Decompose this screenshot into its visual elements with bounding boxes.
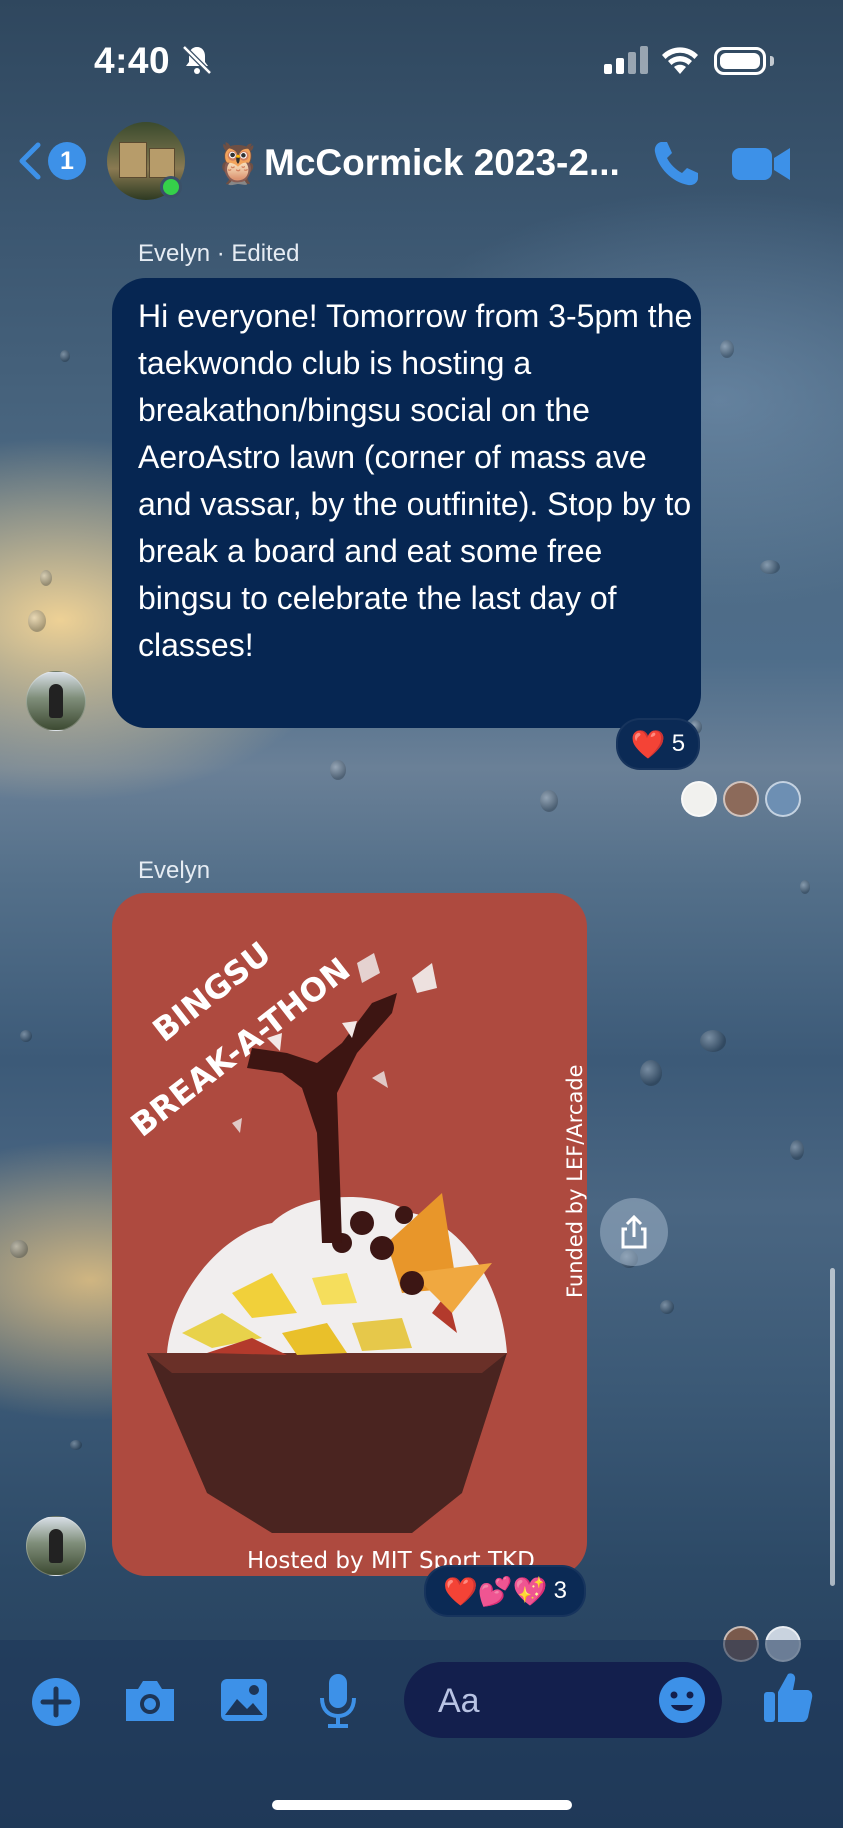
event-poster-image[interactable]: BINGSU BREAK-A-THON Funded by LEF/Arcade…: [112, 893, 587, 1576]
message-text: Hi everyone! Tomorrow from 3-5pm the tae…: [138, 298, 693, 663]
message-input[interactable]: [436, 1662, 650, 1740]
emoji-picker-icon[interactable]: [658, 1676, 706, 1724]
battery-cap: [770, 56, 774, 66]
like-thumbs-up-icon[interactable]: [762, 1670, 814, 1724]
message-composer[interactable]: [404, 1662, 722, 1740]
camera-icon[interactable]: [122, 1677, 178, 1725]
chat-title[interactable]: McCormick 2023-2...: [264, 142, 620, 184]
microphone-icon[interactable]: [318, 1672, 358, 1730]
back-button[interactable]: 1: [16, 138, 86, 184]
poster-side-text: Funded by LEF/Arcade: [563, 1064, 587, 1298]
status-bar: 4:40: [0, 0, 843, 120]
reaction-count: 3: [553, 1577, 567, 1604]
reaction-emojis: ❤️💕💖: [443, 1575, 548, 1607]
sender-avatar[interactable]: [26, 671, 86, 731]
scrollbar[interactable]: [830, 1268, 835, 1586]
chat-header: 1 🦉 McCormick 2023-2...: [0, 118, 843, 208]
owl-emoji: 🦉: [213, 142, 263, 186]
read-receipt-avatar: [681, 781, 717, 817]
share-button[interactable]: [600, 1198, 668, 1266]
read-receipt-avatar: [723, 781, 759, 817]
online-status-dot: [160, 176, 182, 198]
gallery-icon[interactable]: [219, 1677, 269, 1723]
share-icon: [621, 1215, 647, 1249]
cellular-signal-icon: [604, 46, 648, 74]
sender-name: Evelyn · Edited: [138, 240, 300, 267]
status-time: 4:40: [94, 40, 171, 81]
home-indicator: [272, 1800, 572, 1810]
poster-artwork: BINGSU BREAK-A-THON Funded by LEF/Arcade…: [124, 934, 587, 1574]
heart-emoji: ❤️: [630, 728, 666, 760]
message-reaction[interactable]: ❤️ 5: [616, 718, 700, 770]
phone-call-icon[interactable]: [650, 138, 702, 190]
read-receipt-avatar: [765, 781, 801, 817]
wifi-icon: [662, 47, 698, 74]
plus-icon[interactable]: [31, 1677, 81, 1727]
sender-name: Evelyn: [138, 857, 211, 884]
unread-count-badge: 1: [48, 142, 86, 180]
message-reaction[interactable]: ❤️💕💖 3: [424, 1565, 586, 1617]
reaction-count: 5: [671, 730, 686, 757]
silent-mode-icon: [182, 45, 212, 75]
video-call-icon[interactable]: [730, 142, 792, 186]
sender-avatar[interactable]: [26, 1516, 86, 1576]
battery-icon: [714, 47, 766, 75]
chevron-left-icon: [19, 142, 41, 180]
